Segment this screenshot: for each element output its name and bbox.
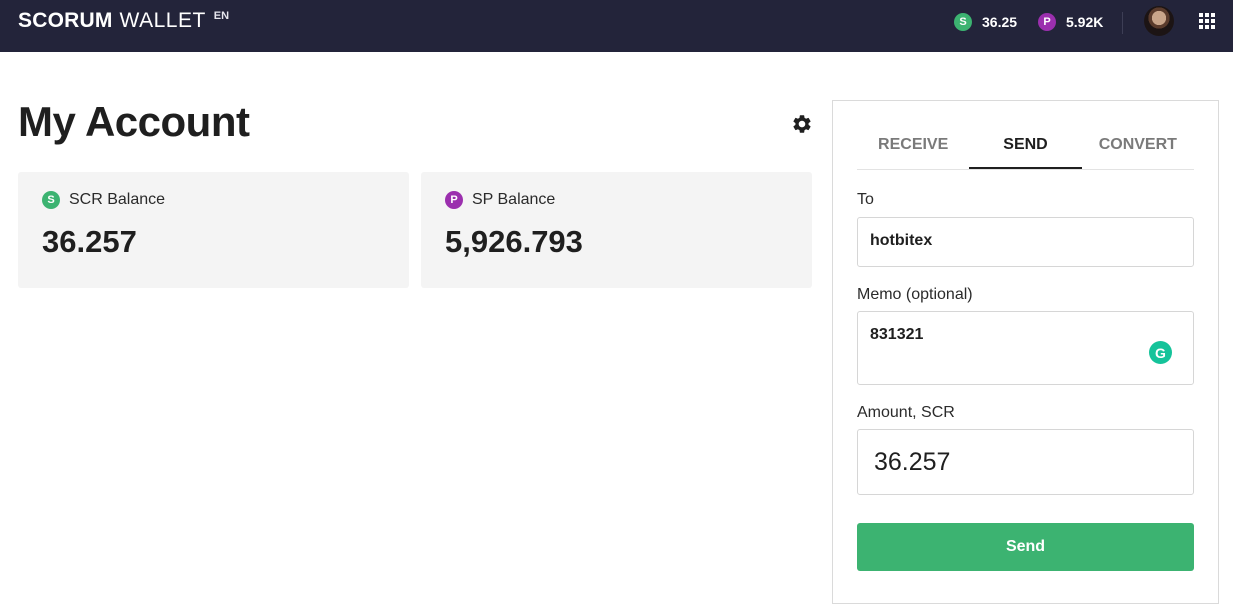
transfer-panel: RECEIVE SEND CONVERT To Memo (optional) … xyxy=(832,100,1219,604)
scr-balance-header: S SCR Balance xyxy=(42,191,165,209)
header-sp-balance[interactable]: P 5.92K xyxy=(1038,12,1103,32)
settings-gear-icon[interactable] xyxy=(791,113,813,135)
sp-coin-icon: P xyxy=(1038,13,1056,31)
to-label: To xyxy=(857,191,874,208)
header-sp-value: 5.92K xyxy=(1066,14,1104,30)
logo-brand: SCORUM xyxy=(18,9,113,32)
page-title: My Account xyxy=(18,98,250,145)
send-button[interactable]: Send xyxy=(857,523,1194,571)
sp-balance-header: P SP Balance xyxy=(445,191,555,209)
header-divider xyxy=(1122,12,1123,34)
tab-convert[interactable]: CONVERT xyxy=(1082,123,1194,169)
to-field[interactable] xyxy=(857,217,1194,267)
amount-input[interactable] xyxy=(874,448,1174,477)
logo-wallet: WALLET xyxy=(119,9,206,32)
scr-coin-icon: S xyxy=(42,191,60,209)
memo-input[interactable]: 831321 xyxy=(870,326,1140,366)
sp-balance-value: 5,926.793 xyxy=(445,224,583,259)
header-scr-balance[interactable]: S 36.25 xyxy=(954,12,1017,32)
memo-label: Memo (optional) xyxy=(857,286,973,303)
amount-label: Amount, SCR xyxy=(857,404,955,421)
apps-grid-icon[interactable] xyxy=(1199,13,1215,29)
tab-receive[interactable]: RECEIVE xyxy=(857,123,969,169)
scr-balance-value: 36.257 xyxy=(42,224,137,259)
tab-send[interactable]: SEND xyxy=(969,123,1082,169)
scr-balance-label: SCR Balance xyxy=(69,191,166,208)
amount-field[interactable] xyxy=(857,429,1194,495)
scr-balance-card: S SCR Balance 36.257 xyxy=(18,172,409,288)
sp-balance-label: SP Balance xyxy=(472,191,556,208)
top-bar: SCORUM WALLET EN S 36.25 P 5.92K xyxy=(0,0,1233,52)
transfer-tabs: RECEIVE SEND CONVERT xyxy=(857,123,1194,170)
sp-balance-card: P SP Balance 5,926.793 xyxy=(421,172,812,288)
grammarly-icon[interactable]: G xyxy=(1149,341,1172,364)
logo[interactable]: SCORUM WALLET EN xyxy=(18,9,229,33)
language-switcher[interactable]: EN xyxy=(214,9,229,23)
header-scr-value: 36.25 xyxy=(982,14,1018,30)
memo-field[interactable]: 831321 G xyxy=(857,311,1194,385)
sp-coin-icon: P xyxy=(445,191,463,209)
to-input[interactable] xyxy=(870,232,1170,250)
scr-coin-icon: S xyxy=(954,13,972,31)
user-avatar[interactable] xyxy=(1144,6,1174,36)
